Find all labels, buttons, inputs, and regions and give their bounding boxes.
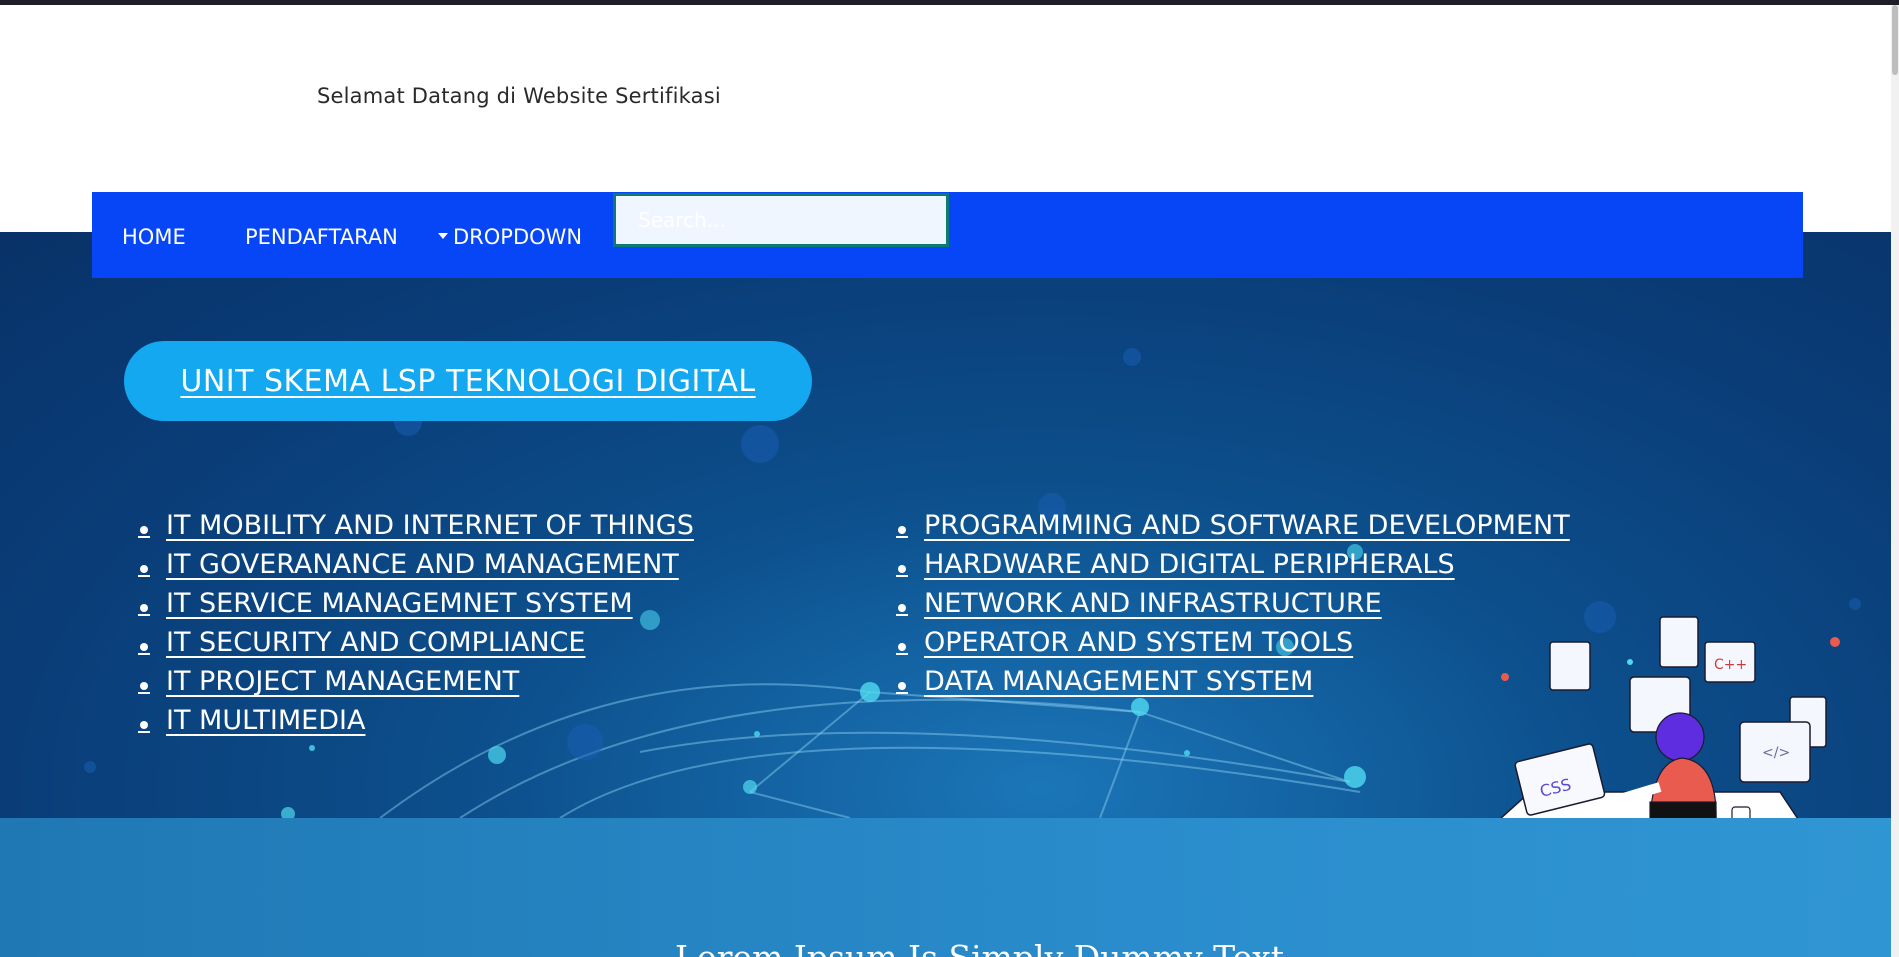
welcome-text: Selamat Datang di Website Sertifikasi: [317, 84, 721, 108]
scheme-badge[interactable]: UNIT SKEMA LSP TEKNOLOGI DIGITAL: [124, 341, 812, 421]
list-item: NETWORK AND INFRASTRUCTURE: [896, 584, 1570, 623]
scrollbar-thumb[interactable]: [1892, 5, 1898, 75]
pin-bullet-icon: [896, 681, 908, 694]
list-item: IT GOVERANANCE AND MANAGEMENT: [138, 545, 694, 584]
search-input[interactable]: [613, 193, 949, 247]
monitor-text: </>: [1762, 745, 1790, 761]
pin-bullet-icon: [138, 642, 150, 655]
pin-bullet-icon: [138, 564, 150, 577]
caret-down-icon: [438, 233, 448, 239]
browser-top-border: [0, 0, 1899, 5]
pin-bullet-icon: [138, 720, 150, 733]
scheme-list-right: PROGRAMMING AND SOFTWARE DEVELOPMENT HAR…: [896, 506, 1570, 701]
scheme-link[interactable]: IT SERVICE MANAGEMNET SYSTEM: [166, 588, 633, 619]
pin-bullet-icon: [896, 525, 908, 538]
section-title: Lorem Ipsum Is Simply Dummy Text: [675, 938, 1284, 957]
pin-bullet-icon: [138, 681, 150, 694]
scheme-link[interactable]: IT GOVERANANCE AND MANAGEMENT: [166, 549, 679, 580]
nav-dropdown-label: DROPDOWN: [453, 225, 583, 249]
list-item: HARDWARE AND DIGITAL PERIPHERALS: [896, 545, 1570, 584]
list-item: IT PROJECT MANAGEMENT: [138, 662, 694, 701]
nav-pendaftaran[interactable]: PENDAFTARAN: [245, 225, 398, 249]
pin-bullet-icon: [896, 603, 908, 616]
scheme-link[interactable]: IT SECURITY AND COMPLIANCE: [166, 627, 585, 658]
lorem-section: Lorem Ipsum Is Simply Dummy Text: [0, 818, 1891, 957]
list-item: IT MOBILITY AND INTERNET OF THINGS: [138, 506, 694, 545]
scheme-link[interactable]: IT PROJECT MANAGEMENT: [166, 666, 519, 697]
scheme-link[interactable]: DATA MANAGEMENT SYSTEM: [924, 666, 1313, 697]
page-scrollbar[interactable]: [1891, 5, 1899, 957]
list-item: OPERATOR AND SYSTEM TOOLS: [896, 623, 1570, 662]
pin-bullet-icon: [138, 525, 150, 538]
nav-dropdown[interactable]: DROPDOWN: [438, 225, 582, 249]
scheme-link[interactable]: NETWORK AND INFRASTRUCTURE: [924, 588, 1382, 619]
list-item: DATA MANAGEMENT SYSTEM: [896, 662, 1570, 701]
list-item: PROGRAMMING AND SOFTWARE DEVELOPMENT: [896, 506, 1570, 545]
nav-home[interactable]: HOME: [122, 225, 186, 249]
pin-bullet-icon: [896, 564, 908, 577]
scheme-list-left: IT MOBILITY AND INTERNET OF THINGS IT GO…: [138, 506, 694, 740]
list-item: IT MULTIMEDIA: [138, 701, 694, 740]
scheme-link[interactable]: IT MOBILITY AND INTERNET OF THINGS: [166, 510, 694, 541]
scheme-link[interactable]: HARDWARE AND DIGITAL PERIPHERALS: [924, 549, 1455, 580]
screen-text: C++: [1714, 657, 1747, 673]
list-item: IT SERVICE MANAGEMNET SYSTEM: [138, 584, 694, 623]
pin-bullet-icon: [896, 642, 908, 655]
scheme-badge-label: UNIT SKEMA LSP TEKNOLOGI DIGITAL: [180, 363, 756, 399]
list-item: IT SECURITY AND COMPLIANCE: [138, 623, 694, 662]
pin-bullet-icon: [138, 603, 150, 616]
scheme-link[interactable]: OPERATOR AND SYSTEM TOOLS: [924, 627, 1353, 658]
scheme-link[interactable]: PROGRAMMING AND SOFTWARE DEVELOPMENT: [924, 510, 1570, 541]
scheme-link[interactable]: IT MULTIMEDIA: [166, 705, 365, 736]
main-navbar: HOME PENDAFTARAN DROPDOWN: [92, 192, 1803, 278]
